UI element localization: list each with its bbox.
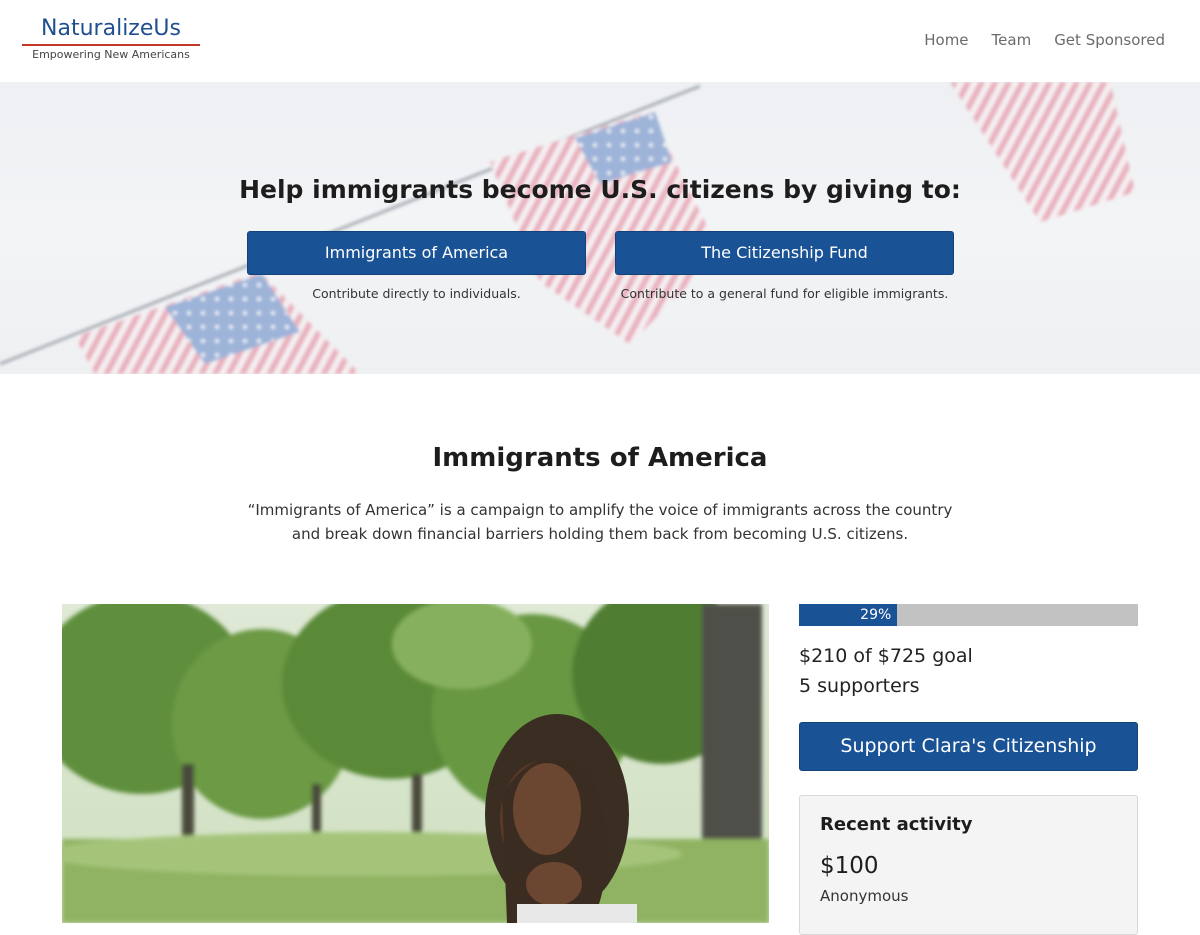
- activity-amount: $100: [820, 853, 879, 879]
- recent-activity-title: Recent activity: [820, 814, 973, 835]
- activity-donor-name: Anonymous: [820, 887, 909, 905]
- woman-in-park-icon: [62, 604, 769, 923]
- logo-underline: [22, 44, 200, 46]
- campaign-title: Immigrants of America: [432, 443, 768, 473]
- campaign-description-line1: “Immigrants of America” is a campaign to…: [247, 501, 953, 519]
- site-header: NaturalizeUs Empowering New Americans Ho…: [0, 0, 1200, 82]
- goal-text: goal: [932, 645, 973, 667]
- funding-progress-fill: 29%: [799, 604, 898, 626]
- logo-tagline: Empowering New Americans: [32, 48, 190, 61]
- nav-team[interactable]: Team: [992, 30, 1032, 50]
- immigrants-of-america-caption: Contribute directly to individuals.: [312, 286, 521, 301]
- goal-amount: $725: [877, 645, 927, 667]
- funding-stats: $210 of $725 goal 5 supporters: [799, 641, 973, 701]
- nav-home[interactable]: Home: [924, 30, 968, 50]
- supporters-text: supporters: [817, 675, 920, 697]
- citizenship-fund-button[interactable]: The Citizenship Fund: [615, 231, 954, 275]
- hero-section: Help immigrants become U.S. citizens by …: [0, 82, 1200, 374]
- funding-progress-bar: 29%: [799, 604, 1138, 626]
- hero-title: Help immigrants become U.S. citizens by …: [239, 175, 961, 204]
- immigrants-of-america-button[interactable]: Immigrants of America: [247, 231, 586, 275]
- supporters-count: 5: [799, 675, 812, 697]
- campaign-description-line2: and break down financial barriers holdin…: [291, 525, 909, 543]
- supporters-line: 5 supporters: [799, 671, 973, 701]
- main-nav: Home Team Get Sponsored: [901, 30, 1165, 50]
- support-citizenship-button[interactable]: Support Clara's Citizenship: [799, 722, 1138, 771]
- american-flag-bunting-icon: [0, 82, 1135, 374]
- campaign-photo: [62, 604, 769, 923]
- logo[interactable]: NaturalizeUs Empowering New Americans: [22, 15, 200, 62]
- nav-get-sponsored[interactable]: Get Sponsored: [1054, 30, 1165, 50]
- activity-item: $100 Anonymous: [820, 853, 1117, 905]
- citizenship-fund-caption: Contribute to a general fund for eligibl…: [620, 286, 949, 301]
- funding-progress-label: 29%: [860, 607, 892, 623]
- raised-amount: $210: [799, 645, 848, 667]
- recent-activity-panel: Recent activity $100 Anonymous: [799, 795, 1138, 935]
- logo-title[interactable]: NaturalizeUs: [22, 15, 200, 43]
- funding-amounts: $210 of $725 goal: [799, 641, 973, 671]
- campaign-description: “Immigrants of America” is a campaign to…: [230, 498, 970, 546]
- of-text: of: [853, 645, 872, 667]
